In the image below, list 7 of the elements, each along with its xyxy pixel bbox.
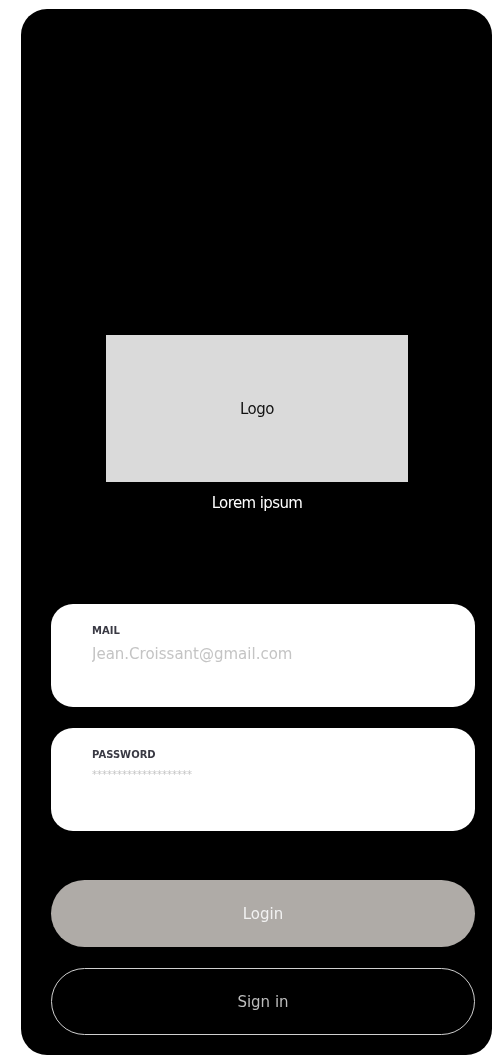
logo-text: Logo [240,399,274,418]
input-field[interactable]: ******************** [92,769,445,780]
input-field[interactable]: Jean.Croissant@gmail.com [92,645,445,663]
field-label: MAIL [92,625,120,636]
field-label: PASSWORD [92,749,156,760]
tagline: Lorem ipsum [211,494,303,512]
sign-in-button[interactable]: Sign in [51,968,475,1035]
